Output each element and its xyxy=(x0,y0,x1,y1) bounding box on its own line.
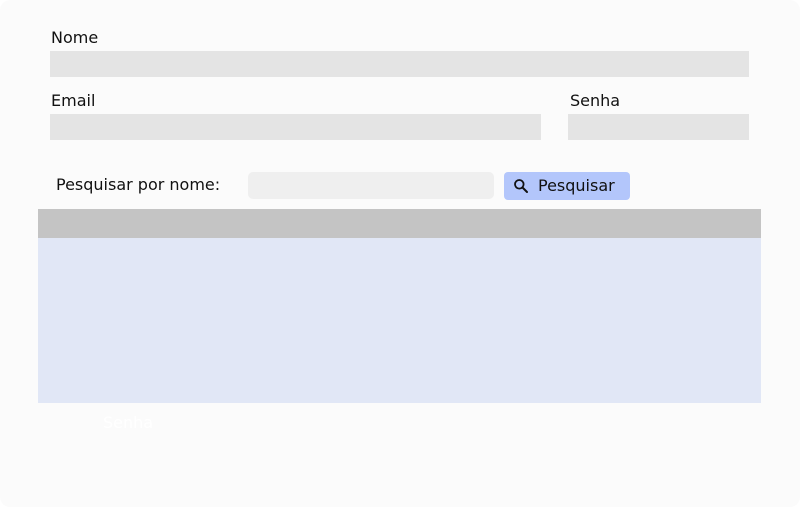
hidden-senha-label: Senha xyxy=(103,413,154,432)
table-body xyxy=(38,238,761,403)
senha-field[interactable] xyxy=(568,114,749,140)
search-button-label: Pesquisar xyxy=(538,176,615,195)
search-button[interactable]: Pesquisar xyxy=(504,172,630,200)
user-form-panel: Nome Email Senha Pesquisar por nome: Pes… xyxy=(0,0,800,507)
search-input[interactable] xyxy=(248,172,494,199)
email-field[interactable] xyxy=(50,114,541,140)
search-label: Pesquisar por nome: xyxy=(56,175,221,194)
nome-field[interactable] xyxy=(50,51,749,77)
results-table xyxy=(38,209,761,403)
table-header xyxy=(38,209,761,238)
nome-label: Nome xyxy=(51,28,99,47)
email-label: Email xyxy=(51,91,96,110)
senha-label: Senha xyxy=(570,91,621,110)
search-icon xyxy=(514,179,528,193)
